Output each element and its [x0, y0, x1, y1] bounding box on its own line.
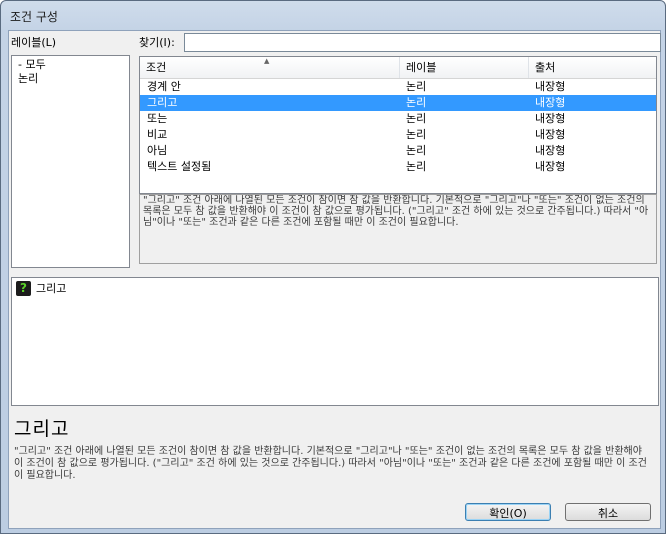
cell-source: 내장형: [535, 160, 566, 173]
condition-info-panel: 그리고 "그리고" 조건 아래에 나열된 모든 조건이 참이면 참 값을 반환합…: [11, 408, 657, 525]
table-row[interactable]: 비교 논리 내장형: [140, 127, 656, 143]
table-row[interactable]: 텍스트 설정됨 논리 내장형: [140, 159, 656, 175]
column-header-condition[interactable]: 조건 ▲: [140, 57, 400, 78]
column-header-label-text: 레이블: [406, 61, 437, 74]
info-title: 그리고: [14, 418, 70, 440]
cell-source: 내장형: [535, 128, 566, 141]
cell-source: 내장형: [535, 96, 566, 109]
cell-label: 논리: [406, 96, 427, 109]
window-title: 조건 구성: [10, 10, 58, 24]
selected-conditions-panel[interactable]: ? 그리고: [11, 277, 659, 406]
title-bar[interactable]: 조건 구성: [1, 1, 665, 29]
cell-condition: 아님: [147, 144, 168, 157]
column-header-label[interactable]: 레이블: [400, 57, 529, 78]
tree-item-all[interactable]: - 모두: [18, 58, 46, 72]
condition-pane: 찾기(I): 조건 ▲ 레이블 출처 경계 안 논리 내장형 그리고 논리 내장…: [137, 31, 661, 267]
table-row[interactable]: 또는 논리 내장형: [140, 111, 656, 127]
column-header-source[interactable]: 출처: [529, 57, 656, 78]
cell-source: 내장형: [535, 144, 566, 157]
condition-list[interactable]: 조건 ▲ 레이블 출처 경계 안 논리 내장형 그리고 논리 내장형 또는 논리…: [139, 56, 657, 194]
column-header-condition-label: 조건: [146, 61, 167, 74]
condition-description: "그리고" 조건 아래에 나열된 모든 조건이 참이면 참 값을 반환합니다. …: [139, 194, 657, 264]
cell-condition: 그리고: [147, 96, 178, 109]
tree-item-logic[interactable]: 논리: [18, 72, 38, 86]
ok-button[interactable]: 확인(O): [465, 503, 551, 521]
sort-ascending-icon: ▲: [264, 57, 270, 65]
dialog-window: 조건 구성 레이블(L) - 모두 논리 찾기(I): 조건 ▲ 레이블 출처 …: [0, 0, 666, 534]
cell-condition: 텍스트 설정됨: [147, 160, 212, 173]
find-input[interactable]: [184, 33, 661, 52]
table-row[interactable]: 경계 안 논리 내장형: [140, 79, 656, 95]
table-row-selected[interactable]: 그리고 논리 내장형: [140, 95, 656, 111]
question-icon: ?: [16, 280, 31, 296]
cell-label: 논리: [406, 128, 427, 141]
cell-label: 논리: [406, 160, 427, 173]
dialog-client-area: 레이블(L) - 모두 논리 찾기(I): 조건 ▲ 레이블 출처 경계 안 논…: [8, 30, 661, 529]
cell-source: 내장형: [535, 112, 566, 125]
cell-condition: 비교: [147, 128, 168, 141]
cell-condition: 또는: [147, 112, 168, 125]
table-row[interactable]: 아님 논리 내장형: [140, 143, 656, 159]
cell-source: 내장형: [535, 80, 566, 93]
label-tree[interactable]: - 모두 논리: [11, 55, 130, 268]
cell-condition: 경계 안: [147, 80, 181, 93]
list-header: 조건 ▲ 레이블 출처: [140, 57, 656, 79]
cell-label: 논리: [406, 80, 427, 93]
cancel-button[interactable]: 취소: [565, 503, 651, 521]
cell-label: 논리: [406, 144, 427, 157]
label-pane: 레이블(L) - 모두 논리: [9, 31, 130, 268]
cell-label: 논리: [406, 112, 427, 125]
info-description: "그리고" 조건 아래에 나열된 모든 조건이 참이면 참 값을 반환합니다. …: [14, 446, 647, 481]
find-label: 찾기(I):: [139, 36, 175, 49]
label-list-caption: 레이블(L): [11, 36, 57, 49]
selected-condition-label: 그리고: [36, 282, 67, 295]
selected-condition-item[interactable]: ? 그리고: [16, 280, 66, 296]
column-header-source-text: 출처: [535, 61, 556, 74]
